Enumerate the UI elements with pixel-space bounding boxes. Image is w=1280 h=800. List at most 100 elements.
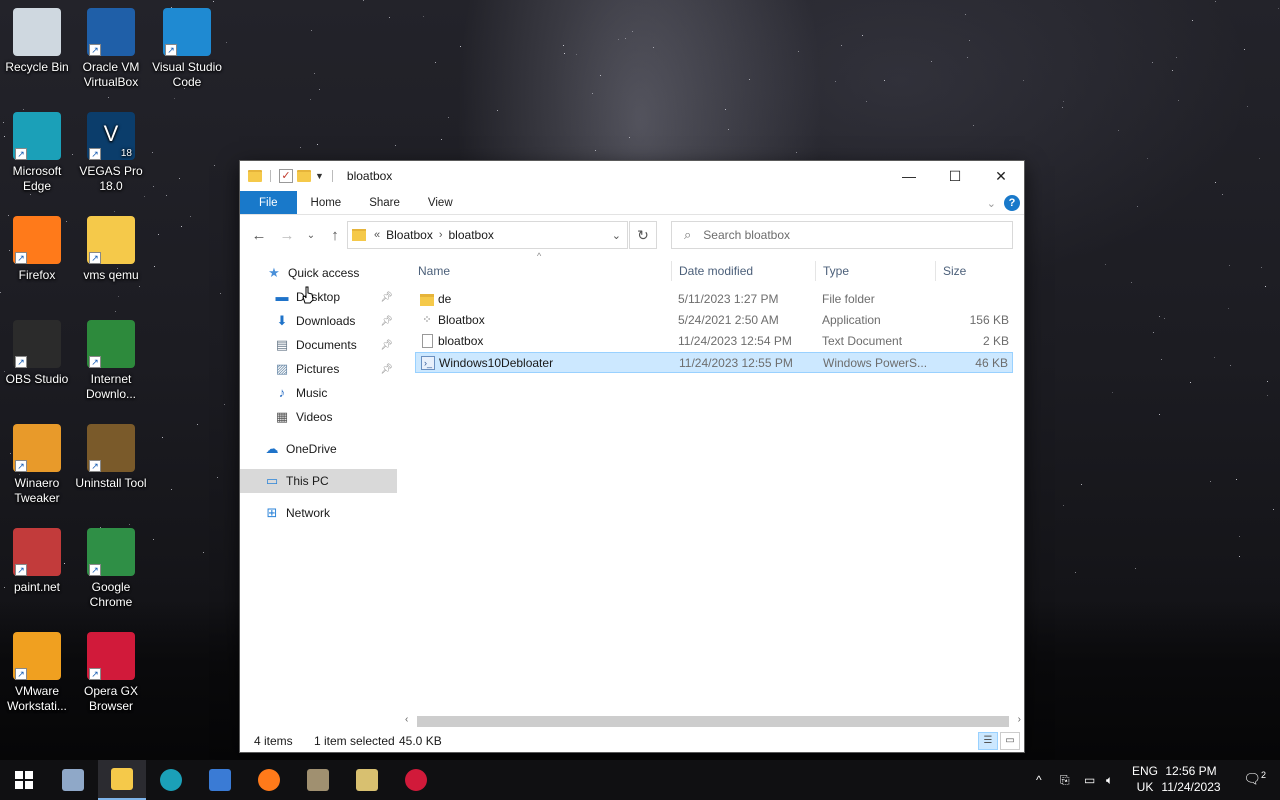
taskbar: ^ ⎘ ▭ 🔈︎ ENG UK 12:56 PM 11/24/2023 🗨︎2 [0, 760, 1280, 800]
volume-icon[interactable]: 🔈︎ [1106, 760, 1113, 800]
address-dropdown-icon[interactable]: ⌄ [612, 229, 621, 242]
maximize-icon[interactable]: ☐ [932, 161, 978, 191]
help-icon[interactable]: ? [1004, 195, 1020, 211]
file-size: 46 KB [975, 356, 1008, 370]
tab-share[interactable]: Share [355, 191, 414, 214]
taskbar-store[interactable] [196, 760, 244, 800]
file-row[interactable]: ⁘ Bloatbox 5/24/2021 2:50 AM Application 156… [415, 310, 1013, 331]
desktop-icon-firefox[interactable]: ↗ Firefox [0, 216, 74, 283]
file-row[interactable]: de 5/11/2023 1:27 PM File folder [415, 289, 1013, 310]
application-icon: ⁘ [422, 314, 432, 326]
status-bar: 4 items 1 item selected 45.0 KB ☰ ▭ [240, 730, 1024, 752]
desktop-icon-opera-gx[interactable]: ↗ Opera GX Browser [74, 632, 148, 714]
taskbar-winaero-taskbar[interactable] [343, 760, 391, 800]
taskbar-firefox-taskbar[interactable] [245, 760, 293, 800]
show-hidden-icons-icon[interactable]: ^ [1036, 760, 1042, 800]
tab-view[interactable]: View [414, 191, 467, 214]
clock[interactable]: 12:56 PM 11/24/2023 [1156, 763, 1226, 795]
nav-item-label: Documents [296, 338, 357, 352]
nav-item-documents[interactable]: ▤ Documents 📌︎ [240, 333, 397, 357]
desktop-icon-chrome[interactable]: ↗ Google Chrome [74, 528, 148, 610]
details-view-icon[interactable]: ☰ [978, 732, 998, 750]
pin-icon[interactable]: 📌︎ [380, 364, 393, 375]
breadcrumb-bloatbox-current[interactable]: bloatbox [449, 228, 494, 242]
desktop-icon-label: VMware Workstati... [7, 684, 67, 713]
action-center-icon[interactable]: 🗨︎2 [1243, 770, 1266, 788]
back-arrow-icon[interactable]: ← [248, 227, 270, 244]
taskbar-uninstall-tool-taskbar[interactable] [294, 760, 342, 800]
desktop-icon-vmware[interactable]: ↗ VMware Workstati... [0, 632, 74, 714]
close-icon[interactable]: ✕ [978, 161, 1024, 191]
address-overflow-icon[interactable]: « [374, 229, 380, 241]
scrollbar-thumb[interactable] [417, 716, 1009, 727]
nav-item-this-pc[interactable]: ▭ This PC [240, 469, 397, 493]
nav-item-onedrive[interactable]: ☁ OneDrive [240, 437, 397, 461]
scroll-left-icon[interactable]: ‹ [405, 714, 408, 725]
scroll-right-icon[interactable]: › [1018, 714, 1021, 725]
nav-item-quick-access[interactable]: ★ Quick access [240, 261, 397, 285]
nav-item-music[interactable]: ♪ Music [240, 381, 397, 405]
nav-item-desktop[interactable]: ▬ Desktop 📌︎ [240, 285, 397, 309]
horizontal-scrollbar[interactable]: ‹ › [403, 713, 1025, 730]
nav-item-pictures[interactable]: ▨ Pictures 📌︎ [240, 357, 397, 381]
desktop-icon-edge[interactable]: ↗ Microsoft Edge [0, 112, 74, 194]
desktop-icon-vegas[interactable]: V 18 ↗ VEGAS Pro 18.0 [74, 112, 148, 194]
column-header-size[interactable]: Size [943, 257, 966, 285]
address-bar[interactable]: « Bloatbox › bloatbox ⌄ [347, 221, 628, 249]
pin-icon[interactable]: 📌︎ [380, 340, 393, 351]
nav-item-downloads[interactable]: ⬇ Downloads 📌︎ [240, 309, 397, 333]
up-arrow-icon[interactable]: ↑ [324, 227, 346, 244]
nav-item-videos[interactable]: ▦ Videos [240, 405, 397, 429]
desktop-icon-paintnet[interactable]: ↗ paint.net [0, 528, 74, 595]
music-note-icon: ♪ [278, 385, 286, 400]
breadcrumb-bloatbox-parent[interactable]: Bloatbox [386, 228, 433, 242]
taskbar-edge-taskbar[interactable] [147, 760, 195, 800]
nav-item-label: Videos [296, 410, 333, 424]
item-count: 4 items [254, 734, 293, 748]
minimize-icon[interactable]: — [886, 161, 932, 191]
column-header-date[interactable]: Date modified [679, 257, 753, 285]
pin-icon[interactable]: 📌︎ [380, 316, 393, 327]
desktop-icon-virtualbox[interactable]: ↗ Oracle VM VirtualBox [74, 8, 148, 90]
desktop-icon-recycle-bin[interactable]: Recycle Bin [0, 8, 74, 75]
tab-file[interactable]: File [240, 191, 297, 214]
file-row[interactable]: bloatbox 11/24/2023 12:54 PM Text Document… [415, 331, 1013, 352]
column-header-name[interactable]: Name [418, 257, 450, 285]
desktop-icon-idm[interactable]: ↗ Internet Downlo... [74, 320, 148, 402]
search-icon: ⌕ [684, 227, 692, 242]
large-icons-view-icon[interactable]: ▭ [1000, 732, 1020, 750]
taskbar-start-windows[interactable] [0, 760, 48, 800]
taskbar-opera-gx-taskbar[interactable] [392, 760, 440, 800]
customize-toolbar-icon[interactable]: ▼ [315, 171, 324, 181]
file-type: Windows PowerS... [823, 356, 928, 370]
file-size: 156 KB [969, 313, 1009, 327]
powershell-script-icon: ›_ [421, 356, 435, 370]
search-box[interactable]: ⌕ Search bloatbox [671, 221, 1013, 249]
tab-home[interactable]: Home [297, 191, 356, 214]
desktop-icon-winaero[interactable]: ↗ Winaero Tweaker [0, 424, 74, 506]
desktop-icon: ▬ [275, 289, 289, 304]
sort-ascending-icon: ^ [537, 251, 542, 261]
refresh-icon[interactable]: ↻ [629, 221, 657, 249]
column-header-type[interactable]: Type [823, 257, 849, 285]
download-arrow-icon: ⬇ [276, 313, 288, 328]
meet-now-icon[interactable]: ⎘ [1060, 760, 1070, 800]
desktop-icon-vscode[interactable]: ↗ Visual Studio Code [150, 8, 224, 90]
expand-ribbon-icon[interactable]: ⌄ [987, 197, 996, 210]
taskbar-file-explorer[interactable] [98, 760, 146, 800]
properties-icon[interactable]: ✓ [279, 169, 293, 183]
network-status-icon[interactable]: ▭ [1084, 760, 1095, 800]
pin-icon[interactable]: 📌︎ [380, 292, 393, 303]
desktop-icon-obs[interactable]: ↗ OBS Studio [0, 320, 74, 387]
file-type: Text Document [822, 334, 903, 348]
taskbar-paintnet-taskbar[interactable] [49, 760, 97, 800]
star-icon: ★ [268, 265, 280, 280]
file-row[interactable]: ›_ Windows10Debloater 11/24/2023 12:55 PM W… [415, 352, 1013, 373]
nav-item-network[interactable]: ⊞ Network [240, 501, 397, 525]
recent-locations-icon[interactable]: ⌄ [304, 230, 318, 241]
desktop-icon-folder[interactable]: ↗ vms qemu [74, 216, 148, 283]
chevron-right-icon: › [438, 229, 443, 241]
forward-arrow-icon[interactable]: → [276, 227, 298, 244]
desktop-icon-uninstall-tool[interactable]: ↗ Uninstall Tool [74, 424, 148, 491]
new-folder-icon[interactable] [297, 170, 311, 182]
